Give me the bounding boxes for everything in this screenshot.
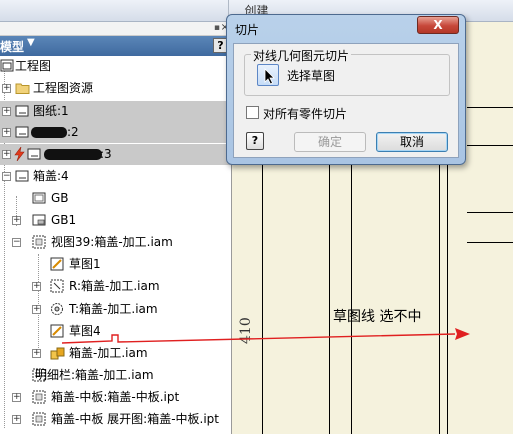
tree-item-sketch-4[interactable]: 草图4 bbox=[0, 321, 232, 342]
tree-item-label: 工程图资源 bbox=[33, 81, 94, 95]
select-sketch-button[interactable] bbox=[257, 64, 279, 86]
cursor-arrow-icon bbox=[264, 68, 275, 85]
browser-header: 模型 ▼ ? bbox=[0, 36, 232, 56]
tree-item-border[interactable]: GB bbox=[0, 188, 232, 209]
dimension-label[interactable]: 410 bbox=[238, 317, 254, 344]
sheet-icon bbox=[15, 126, 29, 138]
tree-item-drawing[interactable]: 工程图 bbox=[0, 56, 232, 77]
tree-item-sheet-4[interactable]: − 箱盖:4 bbox=[0, 166, 232, 187]
slice-group: 对线几何图元切片 选择草图 bbox=[244, 47, 450, 96]
pin-icon[interactable]: ▪ bbox=[214, 23, 220, 33]
dropdown-arrow-icon[interactable]: ▼ bbox=[27, 37, 35, 48]
annotation-text: 草图线 选不中 bbox=[333, 309, 422, 325]
tree-item-label: 明细栏:箱盖-加工.iam bbox=[35, 368, 154, 382]
tree-item-parts-list[interactable]: 明细栏:箱盖-加工.iam bbox=[0, 365, 232, 386]
sketch-icon bbox=[50, 324, 64, 338]
view-icon bbox=[32, 390, 46, 404]
tree-item-label: T:箱盖-加工.iam bbox=[69, 302, 158, 316]
tree-item-label: GB1 bbox=[51, 213, 77, 227]
dialog-help-button[interactable]: ? bbox=[246, 132, 264, 150]
tree-item-view-r[interactable]: + R:箱盖-加工.iam bbox=[0, 276, 232, 297]
tree-item-view-t[interactable]: + T:箱盖-加工.iam bbox=[0, 299, 232, 320]
drawing-line bbox=[467, 145, 513, 146]
dialog-close-button[interactable]: X bbox=[417, 16, 459, 34]
sketch-icon bbox=[50, 257, 64, 271]
tree-item-view-39[interactable]: − 视图39:箱盖-加工.iam bbox=[0, 232, 232, 253]
sheet-icon bbox=[15, 105, 29, 117]
collapse-icon[interactable]: − bbox=[2, 172, 11, 181]
assembly-icon bbox=[50, 347, 65, 360]
tree-item-assembly[interactable]: + 箱盖-加工.iam bbox=[0, 343, 232, 364]
group-title: 对线几何图元切片 bbox=[251, 47, 352, 64]
tree-item-label: 箱盖-中板:箱盖-中板.ipt bbox=[51, 390, 180, 404]
cancel-button[interactable]: 取消 bbox=[376, 132, 448, 152]
slice-dialog: 切片 X 对线几何图元切片 选择草图 对所有零件切片 ? 确定 取消 bbox=[226, 14, 466, 165]
expand-icon[interactable]: + bbox=[32, 282, 41, 291]
tree-item-label: 草图4 bbox=[69, 324, 101, 338]
tree-item-label: 箱盖-加工.iam bbox=[69, 346, 148, 360]
expand-icon[interactable]: + bbox=[2, 107, 11, 116]
section-view-icon bbox=[50, 279, 64, 293]
tree-item-sheet-2[interactable]: + :2 bbox=[0, 122, 232, 143]
slice-all-parts-label[interactable]: 对所有零件切片 bbox=[263, 105, 347, 122]
warning-bolt-icon bbox=[14, 147, 25, 161]
redacted-mark bbox=[31, 127, 67, 138]
expand-icon[interactable]: + bbox=[32, 305, 41, 314]
browser-titlebar: ▪ × bbox=[0, 22, 232, 36]
tree-item-drawing-resources[interactable]: + 工程图资源 bbox=[0, 78, 232, 99]
expand-icon[interactable]: + bbox=[12, 393, 21, 402]
tree-item-view-midplate[interactable]: + 箱盖-中板:箱盖-中板.ipt bbox=[0, 387, 232, 408]
tree-item-label: 草图1 bbox=[69, 257, 101, 271]
browser-tree[interactable]: 工程图 + 工程图资源 + 图纸:1 + :2 + :3 − 箱盖:4 GB +… bbox=[0, 56, 232, 434]
dialog-title: 切片 bbox=[235, 23, 260, 37]
expand-icon[interactable]: + bbox=[32, 349, 41, 358]
drawing-line bbox=[467, 107, 513, 108]
redacted-mark bbox=[44, 149, 102, 160]
tree-item-label: 图纸:1 bbox=[33, 104, 69, 118]
drawing-line bbox=[467, 242, 513, 243]
tree-item-label: :2 bbox=[67, 125, 79, 139]
dialog-body: 对线几何图元切片 选择草图 对所有零件切片 ? 确定 取消 bbox=[233, 43, 459, 158]
tree-item-sketch-1[interactable]: 草图1 bbox=[0, 254, 232, 275]
browser-header-title[interactable]: 模型 bbox=[0, 38, 24, 55]
tree-item-label: 工程图 bbox=[15, 59, 52, 73]
drawing-line bbox=[467, 212, 513, 213]
expand-icon[interactable]: + bbox=[12, 415, 21, 424]
detail-view-icon bbox=[51, 303, 63, 315]
slice-all-parts-checkbox[interactable] bbox=[246, 106, 259, 119]
tree-item-sheet-1[interactable]: + 图纸:1 bbox=[0, 101, 232, 122]
border-icon bbox=[32, 192, 46, 204]
sheet-icon bbox=[15, 170, 29, 182]
expand-icon[interactable]: + bbox=[2, 150, 11, 159]
tree-item-label: :3 bbox=[100, 147, 112, 161]
drawing-file-icon bbox=[0, 59, 14, 72]
view-icon bbox=[32, 235, 46, 249]
select-sketch-label: 选择草图 bbox=[287, 69, 336, 83]
tree-item-titleblock[interactable]: + GB1 bbox=[0, 210, 232, 231]
expand-icon[interactable]: + bbox=[2, 84, 11, 93]
tree-item-label: R:箱盖-加工.iam bbox=[69, 279, 160, 293]
tree-item-label: 箱盖:4 bbox=[33, 169, 69, 183]
tree-item-sheet-3[interactable]: + :3 bbox=[0, 144, 232, 165]
collapse-icon[interactable]: − bbox=[12, 238, 21, 247]
ok-button[interactable]: 确定 bbox=[294, 132, 366, 152]
tree-item-label: 箱盖-中板 展开图:箱盖-中板.ipt bbox=[51, 412, 219, 426]
expand-icon[interactable]: + bbox=[2, 128, 11, 137]
view-icon bbox=[32, 412, 46, 426]
sheet-icon bbox=[27, 148, 41, 160]
tree-item-label: 视图39:箱盖-加工.iam bbox=[51, 235, 173, 249]
expand-icon[interactable]: + bbox=[12, 216, 21, 225]
tree-item-label: GB bbox=[51, 191, 69, 205]
tree-item-flat-pattern[interactable]: + 箱盖-中板 展开图:箱盖-中板.ipt bbox=[0, 409, 232, 430]
folder-icon bbox=[15, 83, 30, 94]
title-block-icon bbox=[32, 214, 46, 226]
